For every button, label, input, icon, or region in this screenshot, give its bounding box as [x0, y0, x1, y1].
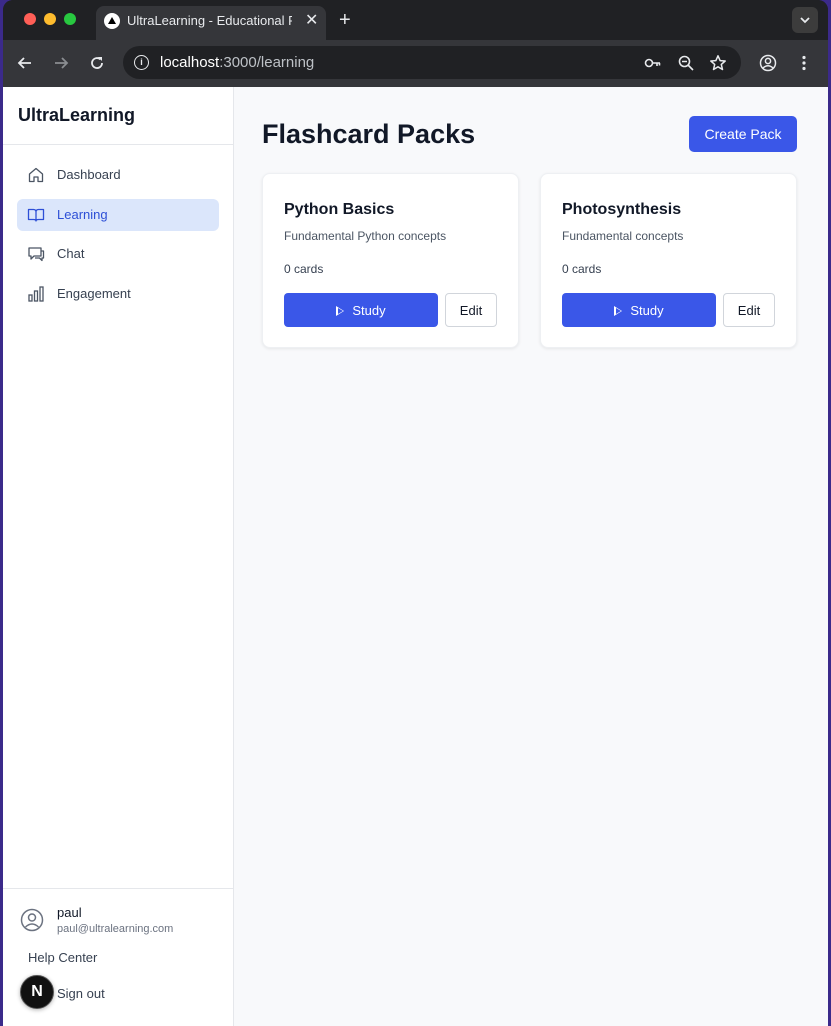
sidebar-item-learning[interactable]: Learning — [17, 199, 219, 231]
page-content: UltraLearning Dashboard Learning Chat En… — [3, 87, 828, 1026]
brand-title[interactable]: UltraLearning — [18, 105, 135, 126]
tab-strip: UltraLearning - Educational Platform ✕ + — [3, 0, 828, 40]
tab-close-icon[interactable]: ✕ — [305, 10, 318, 30]
play-icon — [614, 305, 623, 316]
pack-title: Python Basics — [284, 201, 395, 218]
study-label: Study — [630, 302, 664, 318]
favicon-icon — [104, 13, 120, 29]
chevron-down-icon — [800, 17, 810, 24]
edit-button[interactable]: Edit — [445, 293, 497, 327]
maximize-window-button[interactable] — [64, 13, 76, 25]
password-key-icon[interactable] — [644, 54, 662, 72]
edit-button[interactable]: Edit — [723, 293, 775, 327]
bar-chart-icon — [28, 286, 44, 302]
home-icon — [28, 167, 44, 183]
browser-tab[interactable]: UltraLearning - Educational Platform ✕ — [96, 6, 326, 40]
back-arrow-icon[interactable] — [16, 54, 34, 72]
bookmark-star-icon[interactable] — [709, 54, 727, 72]
more-menu-icon[interactable] — [795, 54, 813, 72]
sign-out-button[interactable]: Sign out — [57, 986, 105, 1001]
study-label: Study — [352, 302, 386, 318]
pack-card: Python Basics Fundamental Python concept… — [262, 173, 519, 348]
divider — [3, 144, 233, 145]
sidebar-item-label: Chat — [57, 246, 85, 261]
sidebar-item-label: Engagement — [57, 286, 131, 301]
sidebar-item-label: Dashboard — [57, 167, 121, 182]
page-title: Flashcard Packs — [262, 119, 476, 149]
close-window-button[interactable] — [24, 13, 36, 25]
chat-icon — [28, 247, 45, 262]
user-avatar-icon[interactable] — [20, 908, 44, 932]
reload-icon[interactable] — [88, 54, 106, 72]
nextjs-dev-badge[interactable]: N — [20, 975, 54, 1009]
new-tab-button[interactable]: + — [339, 9, 351, 32]
address-bar[interactable]: i localhost:3000/learning — [123, 46, 741, 79]
pack-title: Photosynthesis — [562, 201, 682, 218]
divider — [3, 888, 233, 889]
sidebar-item-dashboard[interactable]: Dashboard — [17, 159, 219, 191]
profile-icon[interactable] — [759, 54, 777, 72]
pack-card-count: 0 cards — [284, 262, 324, 276]
zoom-icon[interactable] — [677, 54, 695, 72]
browser-window: UltraLearning - Educational Platform ✕ +… — [3, 0, 828, 1026]
forward-arrow-icon[interactable] — [52, 54, 70, 72]
minimize-window-button[interactable] — [44, 13, 56, 25]
pack-card: Photosynthesis Fundamental concepts 0 ca… — [540, 173, 797, 348]
study-button[interactable]: Study — [562, 293, 716, 327]
pack-description: Fundamental Python concepts — [284, 229, 447, 243]
user-email: paul@ultralearning.com — [57, 923, 174, 935]
browser-toolbar: i localhost:3000/learning — [3, 40, 828, 87]
help-center-link[interactable]: Help Center — [28, 950, 97, 965]
tab-title: UltraLearning - Educational Platform — [127, 13, 292, 28]
site-info-icon[interactable]: i — [134, 55, 149, 70]
sidebar-item-chat[interactable]: Chat — [17, 238, 219, 270]
study-button[interactable]: Study — [284, 293, 438, 327]
create-pack-button[interactable]: Create Pack — [689, 116, 797, 152]
sidebar: UltraLearning Dashboard Learning Chat En… — [3, 87, 234, 1026]
book-icon — [27, 208, 45, 222]
tab-search-button[interactable] — [792, 7, 818, 33]
sidebar-item-label: Learning — [57, 207, 108, 222]
user-name: paul — [57, 905, 82, 920]
pack-description: Fundamental concepts — [562, 229, 684, 243]
sidebar-item-engagement[interactable]: Engagement — [17, 278, 219, 310]
url-text[interactable]: localhost:3000/learning — [160, 54, 314, 71]
play-icon — [336, 305, 345, 316]
url-path: :3000/learning — [219, 54, 315, 71]
url-host: localhost — [160, 54, 220, 71]
pack-card-count: 0 cards — [562, 262, 602, 276]
